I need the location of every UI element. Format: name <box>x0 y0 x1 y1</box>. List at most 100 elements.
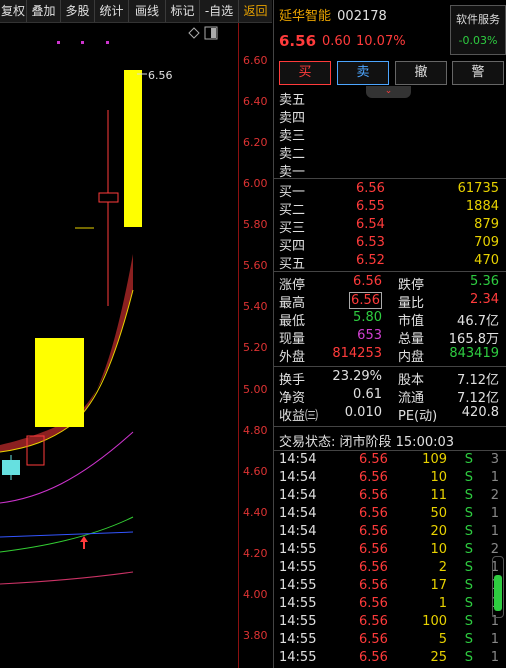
axis-label: 6.40 <box>243 95 268 108</box>
toolbar-stats-button[interactable]: 统计 <box>95 0 129 22</box>
divider <box>274 271 506 272</box>
buy-order-row[interactable]: 买一 6.56 61735 <box>279 181 501 200</box>
axis-label: 4.40 <box>243 506 268 519</box>
axis-label: 5.00 <box>243 383 268 396</box>
toolbar-overlay-button[interactable]: 叠加 <box>27 0 61 22</box>
axis-label: 4.20 <box>243 547 268 560</box>
tick-row: 14:54 6.56 10 S 1 <box>279 470 499 485</box>
order-label: 买四 <box>279 239 306 254</box>
pe-value: 420.8 <box>461 405 499 420</box>
alert-button[interactable]: 警 <box>452 61 504 85</box>
stock-code: 002178 <box>337 9 387 24</box>
toolbar-multi-stock-button[interactable]: 多股 <box>61 0 95 22</box>
stat-row: 外盘 814253 内盘 843419 <box>279 346 501 365</box>
candle-yellow-top[interactable] <box>124 70 142 227</box>
sector-box[interactable]: 软件服务 -0.03% <box>450 5 506 55</box>
order-volume: 879 <box>474 217 499 232</box>
axis-label: 3.80 <box>243 629 268 642</box>
axis-label: 5.80 <box>243 218 268 231</box>
stat-label: 收益㈢ <box>279 409 319 424</box>
sector-value: -0.03% <box>458 34 498 47</box>
stat-label: 股本 <box>398 373 425 388</box>
axis-label: 4.60 <box>243 465 268 478</box>
toolbar-draw-line-button[interactable]: 画线 <box>129 0 166 22</box>
limit-down-value: 5.36 <box>470 274 499 289</box>
stat-row: 最高 6.56 量比 2.34 <box>279 292 501 311</box>
marker-dot <box>106 41 109 44</box>
sell-order-row: 卖一 <box>279 161 501 180</box>
stat-label: 市值 <box>398 314 425 329</box>
stat-label: 换手 <box>279 373 306 388</box>
high-price-label: 6.56 <box>148 69 173 82</box>
order-volume: 470 <box>474 253 499 268</box>
divider <box>274 450 506 451</box>
tick-row: 14:55 6.56 10 S 2 <box>279 542 499 557</box>
tick-row: 14:556.561S1 <box>279 596 499 611</box>
candlestick-chart[interactable]: 6.56 <box>0 23 238 668</box>
toolbar-mark-button[interactable]: 标记 <box>166 0 200 22</box>
marker-dot <box>81 41 84 44</box>
order-price: 6.53 <box>356 235 385 250</box>
eps-value: 0.010 <box>344 405 382 420</box>
candle-yellow-big[interactable] <box>35 338 84 427</box>
order-label: 卖四 <box>279 111 306 126</box>
stat-label: 流通 <box>398 391 425 406</box>
buy-order-row[interactable]: 买四 6.53 709 <box>279 235 501 254</box>
axis-label: 6.00 <box>243 177 268 190</box>
sell-order-row: 卖二 <box>279 143 501 162</box>
tick-row: 14:54 6.56 109 S 3 <box>279 452 499 467</box>
tick-row: 14:54 6.56 50 S 1 <box>279 506 499 521</box>
axis-label: 6.60 <box>243 54 268 67</box>
stat-row: 现量 653 总量 165.8万 <box>279 328 501 347</box>
stock-name: 延华智能 002178 <box>279 5 387 24</box>
stat-label: 量比 <box>398 296 425 311</box>
outer-volume-value: 814253 <box>332 346 382 361</box>
stock-name-text: 延华智能 <box>279 9 332 24</box>
stat-label: 最低 <box>279 314 306 329</box>
panel-toggle-icon-inner <box>211 28 216 38</box>
axis-label: 5.40 <box>243 300 268 313</box>
axis-label: 5.20 <box>243 341 268 354</box>
buy-order-row[interactable]: 买五 6.52 470 <box>279 253 501 272</box>
stat-row: 净资 0.61 流通 7.12亿 <box>279 387 501 406</box>
stat-label: 总量 <box>398 332 425 347</box>
sell-button[interactable]: 卖 <box>337 61 389 85</box>
stat-row: 涨停 6.56 跌停 5.36 <box>279 274 501 293</box>
ma-pink-line <box>0 571 134 585</box>
tick-scrollbar[interactable] <box>492 556 504 618</box>
tick-row: 14:55 6.56 5 S 1 <box>279 632 499 647</box>
axis-label: 5.60 <box>243 259 268 272</box>
candle-red-small[interactable] <box>98 192 119 203</box>
divider <box>274 366 506 367</box>
stat-label: 最高 <box>279 296 306 311</box>
scrollbar-thumb[interactable] <box>494 575 502 611</box>
order-price: 6.52 <box>356 253 385 268</box>
sector-label: 软件服务 <box>456 13 500 26</box>
stat-label: 现量 <box>279 332 306 347</box>
stat-label: PE(动) <box>398 409 438 424</box>
stat-label: 内盘 <box>398 350 425 365</box>
chart-toolbar: 复权 叠加 多股 统计 画线 标记 -自选 返回 <box>0 0 272 23</box>
buy-button[interactable]: 买 <box>279 61 331 85</box>
tick-row: 14:55 6.56 100 S 1 <box>279 614 499 629</box>
stat-row: 收益㈢ 0.010 PE(动) 420.8 <box>279 405 501 424</box>
limit-up-value: 6.56 <box>353 274 382 289</box>
current-volume-value: 653 <box>357 328 382 343</box>
toolbar-fuquan-button[interactable]: 复权 <box>0 0 27 22</box>
market-cap-value: 46.7亿 <box>457 314 499 329</box>
marker-dot <box>57 41 60 44</box>
order-label: 买五 <box>279 257 306 272</box>
diamond-icon[interactable] <box>188 27 200 39</box>
toolbar-watchlist-button[interactable]: -自选 <box>200 0 239 22</box>
low-value: 5.80 <box>353 310 382 325</box>
order-volume: 1884 <box>465 199 499 214</box>
net-assets-value: 0.61 <box>353 387 382 402</box>
turnover-value: 23.29% <box>332 369 382 384</box>
tick-row: 14:54 6.56 20 S 1 <box>279 524 499 539</box>
cancel-button[interactable]: 撤 <box>395 61 447 85</box>
buy-order-row[interactable]: 买三 6.54 879 <box>279 217 501 236</box>
buy-order-row[interactable]: 买二 6.55 1884 <box>279 199 501 218</box>
order-label: 买二 <box>279 203 306 218</box>
toolbar-back-button[interactable]: 返回 <box>239 0 272 22</box>
current-price: 6.56 <box>279 32 317 50</box>
